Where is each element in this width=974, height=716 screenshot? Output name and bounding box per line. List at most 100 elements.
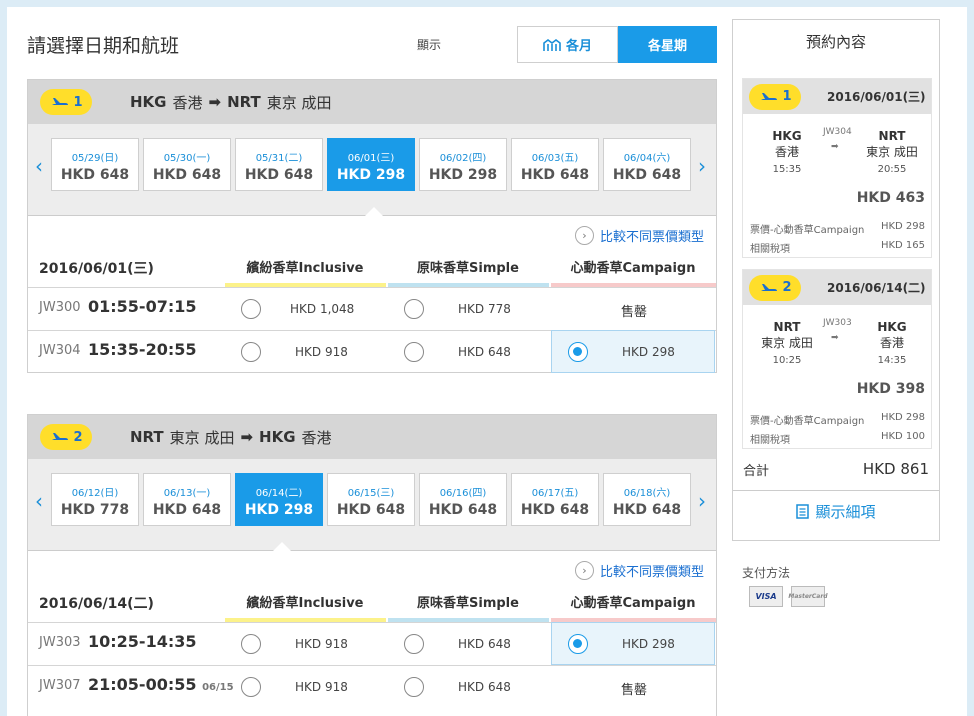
date-card-date: 06/15(三) [347, 488, 395, 499]
summary-fare-value: HKD 298 [880, 221, 925, 232]
date-card[interactable]: 06/15(三) HKD 648 [327, 473, 415, 526]
prev-week-icon[interactable]: ‹ [35, 154, 43, 178]
summary-leg-1: 1 2016/06/01(三) HKG 香港 15:35 JW304 ➡ NRT… [742, 78, 932, 258]
summary-flight-number: JW303 [823, 318, 852, 328]
fare-header-campaign: 心動香草Campaign [570, 596, 696, 611]
arrow-right-icon: ➡ [208, 93, 222, 111]
date-card[interactable]: 05/30(一) HKD 648 [143, 138, 231, 191]
summary-flight-number: JW304 [823, 127, 852, 137]
leg-1-badge: 1 [40, 89, 92, 115]
date-card-date: 06/13(一) [163, 488, 211, 499]
weekly-view-button[interactable]: 各星期 [618, 26, 717, 63]
date-card-price: HKD 648 [244, 167, 314, 183]
next-day-date: 06/15 [202, 682, 234, 693]
summary-destination: NRT 東京 成田 20:55 [857, 129, 927, 175]
date-card[interactable]: 06/12(日) HKD 778 [51, 473, 139, 526]
leg-2-origin-code: NRT [130, 428, 164, 446]
fare-radio-simple[interactable] [404, 677, 424, 697]
date-card[interactable]: 06/17(五) HKD 648 [511, 473, 599, 526]
next-week-icon[interactable]: › [698, 154, 706, 178]
fare-price-campaign: HKD 298 [622, 345, 675, 359]
date-card-price: HKD 648 [520, 167, 590, 183]
fare-radio-inclusive[interactable] [241, 677, 261, 697]
fare-radio-simple[interactable] [404, 634, 424, 654]
fare-radio-inclusive[interactable] [241, 342, 261, 362]
date-card-price: HKD 298 [428, 167, 498, 183]
date-card[interactable]: 06/02(四) HKD 298 [419, 138, 507, 191]
show-details-button[interactable]: 顯示細項 [733, 490, 939, 532]
date-card-date: 06/17(五) [531, 488, 579, 499]
leg-1-selected-date: 2016/06/01(三) [39, 261, 154, 277]
fare-header-campaign: 心動香草Campaign [570, 261, 696, 276]
summary-origin-name: 東京 成田 [761, 336, 813, 350]
visa-card-icon: VISA [749, 586, 783, 607]
flight-time: 01:55-07:15 [88, 297, 197, 316]
date-card[interactable]: 06/03(五) HKD 648 [511, 138, 599, 191]
leg-2-number: 2 [73, 429, 83, 445]
leg-2-dest-code: HKG [259, 428, 296, 446]
fare-radio-simple[interactable] [404, 299, 424, 319]
summary-dest-time: 14:35 [877, 355, 907, 366]
prev-week-icon[interactable]: ‹ [35, 489, 43, 513]
fare-radio-campaign[interactable] [568, 634, 588, 654]
leg-1-panel: 1 HKG 香港 ➡ NRT 東京 成田 ‹ 05/29(日) HKD 648 0… [27, 79, 717, 373]
date-card-price: HKD 648 [612, 502, 682, 518]
date-card-selected[interactable]: 06/14(二) HKD 298 [235, 473, 323, 526]
compare-fares-label: 比較不同票價類型 [599, 565, 704, 580]
fare-price-inclusive: HKD 918 [295, 680, 348, 694]
selected-date-pointer [365, 207, 383, 216]
compare-fares-label: 比較不同票價類型 [599, 230, 704, 245]
date-card[interactable]: 06/18(六) HKD 648 [603, 473, 691, 526]
fare-radio-inclusive[interactable] [241, 634, 261, 654]
date-card-price: HKD 298 [244, 502, 314, 518]
date-card[interactable]: 05/29(日) HKD 648 [51, 138, 139, 191]
date-card[interactable]: 06/04(六) HKD 648 [603, 138, 691, 191]
fare-price-campaign: HKD 298 [622, 637, 675, 651]
summary-leg-2: 2 2016/06/14(二) NRT 東京 成田 10:25 JW303 ➡ … [742, 269, 932, 449]
document-icon [796, 504, 810, 519]
date-card-selected[interactable]: 06/01(三) HKD 298 [327, 138, 415, 191]
next-week-icon[interactable]: › [698, 489, 706, 513]
date-card-date: 06/01(三) [347, 153, 395, 164]
leg-2-date-strip: ‹ 06/12(日) HKD 778 06/13(一) HKD 648 06/14(… [28, 459, 716, 551]
fare-header-simple: 原味香草Simple [417, 596, 519, 611]
selected-date-pointer [273, 542, 291, 551]
fare-header-inclusive: 繽紛香草Inclusive [246, 261, 364, 276]
chevron-right-icon: › [574, 226, 594, 245]
view-label: 顯示 [417, 38, 442, 52]
date-card-price: HKD 298 [336, 167, 406, 183]
flight-time-text: 01:55-07:15 [88, 297, 197, 316]
summary-fare-label: 票價-心動香草Campaign [750, 225, 865, 236]
date-card-price: HKD 648 [612, 167, 682, 183]
date-card[interactable]: 05/31(二) HKD 648 [235, 138, 323, 191]
date-card-date: 05/29(日) [71, 153, 119, 164]
date-card-date: 05/31(二) [255, 153, 303, 164]
compare-fares-link[interactable]: › 比較不同票價類型 [574, 226, 704, 245]
fare-price-inclusive: HKD 918 [295, 345, 348, 359]
fare-radio-inclusive[interactable] [241, 299, 261, 319]
date-card-date: 06/18(六) [623, 488, 671, 499]
date-card[interactable]: 06/16(四) HKD 648 [419, 473, 507, 526]
date-card-price: HKD 778 [60, 502, 130, 518]
leg-2-dest-name: 香港 [301, 428, 332, 447]
flight-row: JW303 10:25-14:35 HKD 918 HKD 648 HKD 29… [28, 622, 716, 665]
summary-leg-date: 2016/06/01(三) [827, 90, 926, 104]
date-card-date: 06/14(二) [255, 488, 303, 499]
plane-icon [50, 433, 69, 441]
monthly-view-button[interactable]: 各月 [517, 26, 618, 63]
summary-destination: HKG 香港 14:35 [857, 320, 927, 366]
weekly-view-label: 各星期 [647, 39, 687, 54]
summary-leg-total: HKD 398 [856, 381, 925, 397]
arrow-right-icon: ➡ [831, 142, 839, 152]
leg-2-panel: 2 NRT 東京 成田 ➡ HKG 香港 ‹ 06/12(日) HKD 778 0… [27, 414, 717, 716]
date-card[interactable]: 06/13(一) HKD 648 [143, 473, 231, 526]
plane-icon [759, 92, 778, 101]
date-card-price: HKD 648 [428, 502, 498, 518]
fare-radio-campaign[interactable] [568, 342, 588, 362]
compare-fares-link[interactable]: › 比較不同票價類型 [574, 561, 704, 580]
flight-number: JW304 [39, 343, 81, 358]
summary-tax-value: HKD 165 [880, 240, 925, 251]
fare-price-simple: HKD 648 [458, 345, 511, 359]
page-title: 請選擇日期和航班 [27, 35, 180, 57]
fare-radio-simple[interactable] [404, 342, 424, 362]
